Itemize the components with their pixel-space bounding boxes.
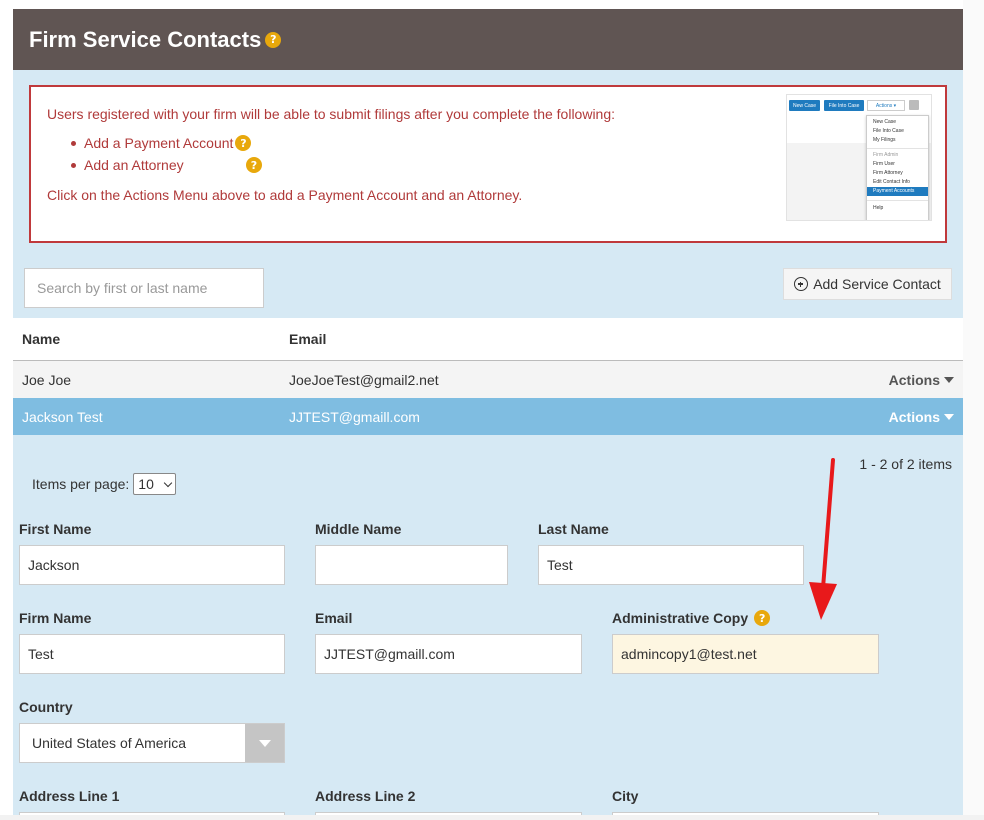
plus-circle-icon [794,277,809,291]
bullet-icon [71,140,76,146]
notice-intro: Users registered with your firm will be … [47,106,616,122]
actions-menu-example-image: New Case File Into Case Actions ▾ New Ca… [786,94,932,221]
mini-menu-item: Firm Admin [873,152,899,158]
help-icon[interactable]: ? [235,135,252,151]
last-name-label: Last Name [538,521,609,537]
items-per-page-select[interactable]: 10 [133,473,177,495]
firm-service-contacts-panel: Firm Service Contacts ? Users registered… [13,9,963,820]
address-line-2-label: Address Line 2 [315,788,416,804]
add-service-contact-button[interactable]: Add Service Contact [783,268,952,300]
setup-notice: Users registered with your firm will be … [29,85,947,243]
add-payment-account-link[interactable]: Add a Payment Account [84,135,233,151]
items-per-page: Items per page: 10 [32,473,177,495]
mini-user-icon [909,100,919,110]
actions-label: Actions [888,408,940,425]
chevron-down-icon [164,478,173,487]
help-icon[interactable]: ? [265,31,282,48]
add-service-contact-label: Add Service Contact [813,276,941,292]
mini-menu-divider [867,148,928,149]
mini-menu-item-selected: Payment Accounts [867,187,928,196]
country-select[interactable]: United States of America [19,723,285,763]
items-per-page-value: 10 [138,476,154,492]
bullet-icon [71,162,76,168]
caret-down-icon [944,413,954,420]
mini-menu-item: File Into Case [873,128,904,134]
mini-menu-item: Edit Contact Info [873,179,910,185]
administrative-copy-label: Administrative Copy [612,610,749,626]
mini-menu-item: Help [873,205,884,211]
country-label: Country [19,699,73,715]
address-line-1-label: Address Line 1 [19,788,120,804]
last-name-field[interactable]: Test [538,545,804,585]
page-title: Firm Service Contacts [29,26,262,52]
mini-menu-divider [867,200,928,201]
firm-name-label: Firm Name [19,610,92,626]
caret-down-icon [944,376,954,383]
actions-label: Actions [888,371,940,388]
middle-name-label: Middle Name [315,521,402,537]
row-actions-menu[interactable]: Actions [889,372,954,388]
first-name-label: First Name [19,521,92,537]
row-email: JoeJoeTest@gmail2.net [289,371,439,388]
city-label: City [612,788,639,804]
mini-file-into-case-button: File Into Case [824,100,864,111]
column-header-name[interactable]: Name [22,331,60,347]
bottom-scroll-area [0,815,984,820]
notice-list: Add a Payment Account ? Add an Attorney … [71,132,262,176]
contacts-grid: Name Email Joe Joe JoeJoeTest@gmail2.net… [13,318,963,435]
list-item: Add an Attorney ? [71,154,262,176]
country-value: United States of America [32,735,187,751]
mini-actions-label: Actions [875,102,893,109]
table-row[interactable]: Joe Joe JoeJoeTest@gmail2.net Actions [13,361,963,398]
mini-menu-item: My Filings [873,137,896,143]
mini-new-case-button: New Case [789,100,820,111]
row-name: Joe Joe [22,371,72,388]
grid-header: Name Email [13,318,963,361]
table-row-selected[interactable]: Jackson Test JJTEST@gmaill.com Actions [13,398,963,435]
firm-name-field[interactable]: Test [19,634,285,674]
help-icon[interactable]: ? [754,610,771,626]
notice-outro: Click on the Actions Menu above to add a… [47,187,523,203]
dropdown-arrow-icon[interactable] [245,724,284,762]
items-per-page-label: Items per page: [32,476,130,492]
page-right-margin [963,0,984,820]
row-actions-menu[interactable]: Actions [889,409,954,425]
middle-name-field[interactable] [315,545,508,585]
mini-menu-item: Firm Attorney [873,170,903,176]
column-header-email[interactable]: Email [289,331,326,347]
row-name: Jackson Test [22,408,103,425]
mini-actions-menu: New Case File Into Case My Filings Firm … [866,115,929,220]
search-input[interactable]: Search by first or last name [24,268,264,308]
pager-info: 1 - 2 of 2 items [859,456,952,472]
administrative-copy-field[interactable]: admincopy1@test.net [612,634,879,674]
mini-actions-button: Actions ▾ [867,100,905,111]
help-icon[interactable]: ? [246,157,262,173]
email-field[interactable]: JJTEST@gmaill.com [315,634,582,674]
row-email: JJTEST@gmaill.com [289,408,420,425]
list-item: Add a Payment Account ? [71,132,262,154]
administrative-copy-label-group: Administrative Copy ? [612,610,771,626]
panel-header: Firm Service Contacts ? [13,9,963,70]
first-name-field[interactable]: Jackson [19,545,285,585]
email-label: Email [315,610,353,626]
mini-menu-item: New Case [873,119,897,125]
mini-menu-item: Firm User [873,161,895,167]
add-attorney-link[interactable]: Add an Attorney [84,157,242,173]
